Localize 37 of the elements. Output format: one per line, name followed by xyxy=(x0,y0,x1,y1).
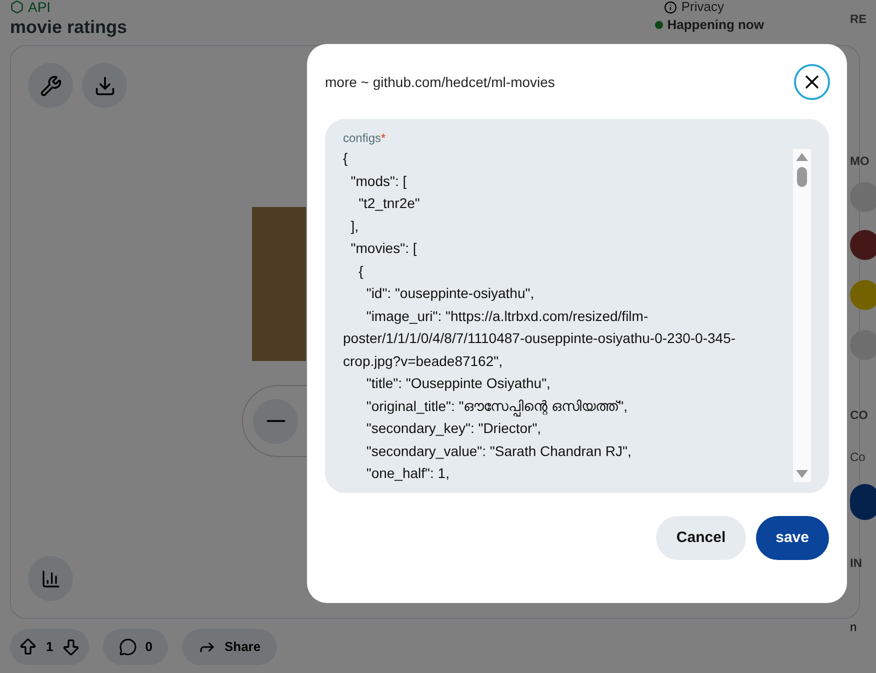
status-text: Happening now xyxy=(667,16,764,34)
avatar xyxy=(850,230,876,260)
dialog-title: more ~ github.com/hedcet/ml-movies xyxy=(325,72,555,92)
configs-field[interactable] xyxy=(325,119,829,493)
comments-button[interactable]: 0 xyxy=(103,629,168,665)
scroll-thumb[interactable] xyxy=(797,167,807,187)
upvote-icon[interactable] xyxy=(18,637,38,657)
save-button[interactable]: save xyxy=(756,516,829,560)
sidebar-text: n xyxy=(850,619,858,636)
info-icon xyxy=(664,0,678,14)
api-link[interactable]: API xyxy=(28,0,51,18)
field-label: configs* xyxy=(343,130,387,147)
wrench-icon xyxy=(40,74,62,96)
chart-button[interactable] xyxy=(28,556,73,601)
json-text: { "mods": [ "t2_tnr2e" ], "movies": [ { "id": "ouseppinte-osiyathu", "image_uri": "https://a.ltrbxd.com/resized/film-poster/1/1/1/0/4/8/7/1110487-ouseppinte-osiyathu-0-230-0-345-crop.jpg?v=beade87162", "title": "Ouseppinte Osiyathu", "original_title": "ഔസേപ്പിന്റെ ഒസിയത്ത്", "secondary_key": "Driector", "secondary_value": "Sarath Chandran RJ", "one_half": 1, xyxy=(343,149,737,483)
sidebar-heading: RE xyxy=(850,11,868,28)
bar-chart-icon xyxy=(40,568,60,588)
avatar xyxy=(850,280,876,310)
page-title: movie ratings xyxy=(10,16,128,39)
avatar xyxy=(850,484,876,520)
cancel-button[interactable]: Cancel xyxy=(656,516,746,560)
sidebar-text: Co xyxy=(850,449,866,466)
vote-count: 1 xyxy=(46,638,54,656)
download-button[interactable] xyxy=(82,63,127,108)
close-button[interactable] xyxy=(794,64,830,100)
share-button[interactable]: Share xyxy=(182,629,277,665)
download-icon xyxy=(94,74,116,96)
sidebar-heading: IN xyxy=(850,555,863,572)
downvote-icon[interactable] xyxy=(61,637,82,657)
sidebar-heading: CO xyxy=(850,407,869,424)
scroll-down-icon[interactable] xyxy=(796,470,808,478)
minus-icon xyxy=(266,420,284,422)
logo-icon xyxy=(10,0,24,14)
wrench-button[interactable] xyxy=(28,63,73,108)
comment-icon xyxy=(119,638,138,656)
privacy-link[interactable]: Privacy xyxy=(681,0,724,17)
sidebar-heading: MO xyxy=(850,153,870,170)
